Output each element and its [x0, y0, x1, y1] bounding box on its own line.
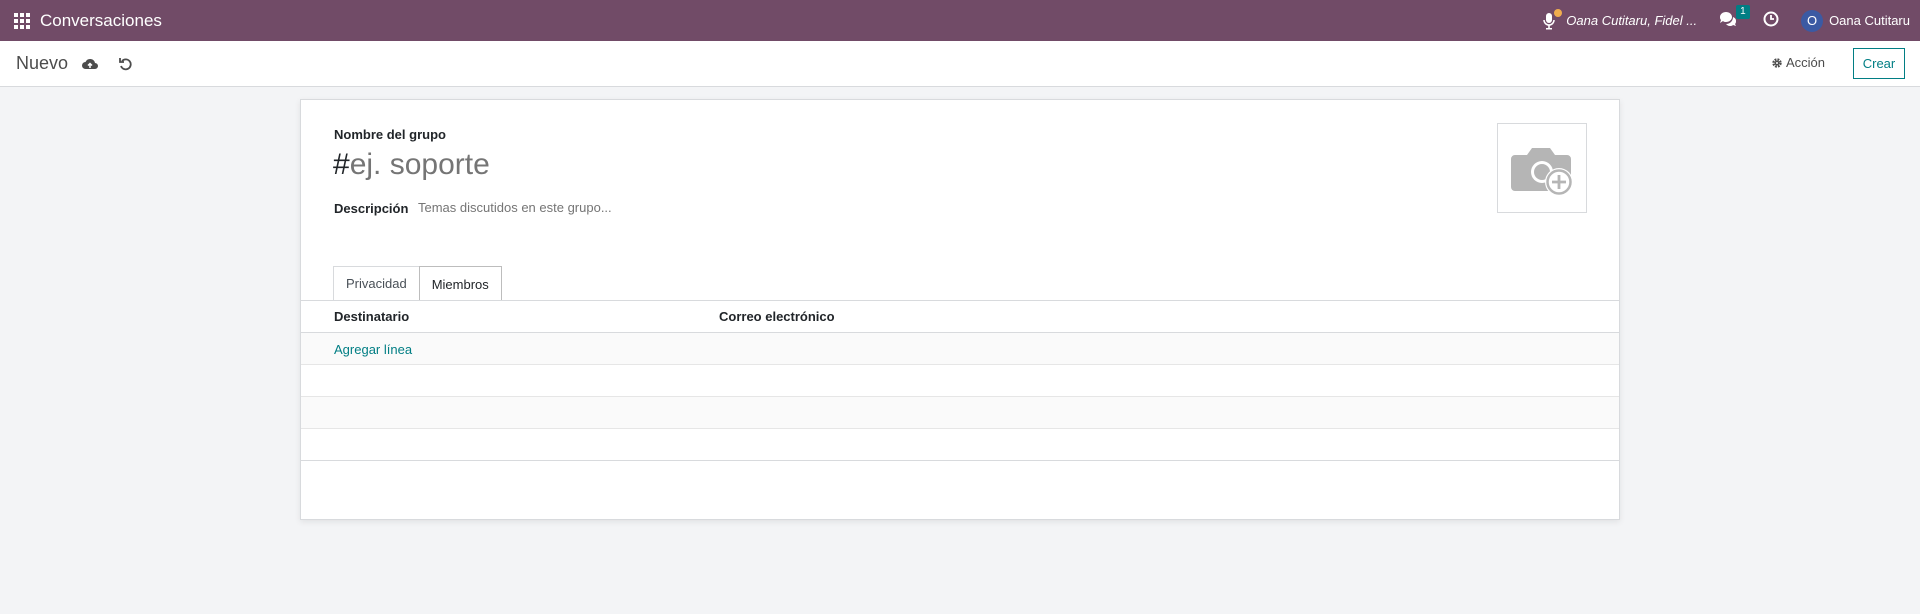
- action-menu-button[interactable]: Acción: [1771, 55, 1825, 70]
- chat-icon: [1719, 11, 1737, 30]
- control-panel: Nuevo Acción Crear: [0, 41, 1920, 87]
- user-menu[interactable]: O Oana Cutitaru: [1801, 9, 1910, 32]
- microphone-icon: [1542, 8, 1563, 30]
- activity-indicator[interactable]: Oana Cutitaru, Fidel ...: [1542, 8, 1698, 30]
- top-navbar: Conversaciones Oana Cutitaru, Fidel ... …: [0, 0, 1920, 41]
- messages-count-badge: 1: [1736, 5, 1750, 19]
- navbar-systray: Oana Cutitaru, Fidel ... 1 O Oana Cutita…: [1520, 0, 1910, 41]
- tab-miembros[interactable]: Miembros: [418, 266, 502, 301]
- form-sheet: Nombre del grupo # Descripción Privacida…: [300, 99, 1620, 520]
- table-row: Agregar línea: [301, 333, 1619, 365]
- table-row: [301, 397, 1619, 429]
- column-header-email[interactable]: Correo electrónico: [719, 309, 835, 324]
- description-input[interactable]: [418, 200, 1018, 215]
- column-header-recipient[interactable]: Destinatario: [334, 309, 409, 324]
- table-row: [301, 429, 1619, 461]
- create-button[interactable]: Crear: [1853, 48, 1905, 79]
- hash-prefix: #: [333, 148, 350, 181]
- form-tabs: Privacidad Miembros: [333, 266, 502, 301]
- clock-icon: [1763, 11, 1779, 30]
- group-name-row: #: [333, 148, 1050, 182]
- members-table: Destinatario Correo electrónico Agregar …: [301, 301, 1619, 461]
- messages-button[interactable]: 1: [1719, 5, 1750, 30]
- tab-privacidad[interactable]: Privacidad: [333, 266, 420, 300]
- table-row: [301, 365, 1619, 397]
- status-dot: [1554, 8, 1563, 17]
- camera-add-icon: [1511, 148, 1573, 196]
- group-name-input[interactable]: [349, 148, 1050, 182]
- breadcrumb: Nuevo: [16, 53, 69, 73]
- save-cloud-icon[interactable]: [81, 55, 99, 73]
- avatar: O: [1801, 9, 1824, 32]
- add-line-link[interactable]: Agregar línea: [334, 342, 412, 357]
- description-label: Descripción: [334, 201, 409, 216]
- group-name-label: Nombre del grupo: [334, 127, 446, 142]
- user-name: Oana Cutitaru: [1829, 13, 1910, 28]
- group-image-upload[interactable]: [1497, 123, 1587, 213]
- discard-undo-icon[interactable]: [117, 55, 135, 73]
- action-label: Acción: [1786, 55, 1826, 70]
- activities-button[interactable]: [1763, 11, 1779, 30]
- activity-user-label: Oana Cutitaru, Fidel ...: [1566, 13, 1698, 28]
- gear-icon: [1772, 57, 1782, 68]
- app-title[interactable]: Conversaciones: [40, 11, 162, 31]
- table-header: Destinatario Correo electrónico: [301, 301, 1619, 333]
- apps-menu-icon[interactable]: [12, 11, 32, 31]
